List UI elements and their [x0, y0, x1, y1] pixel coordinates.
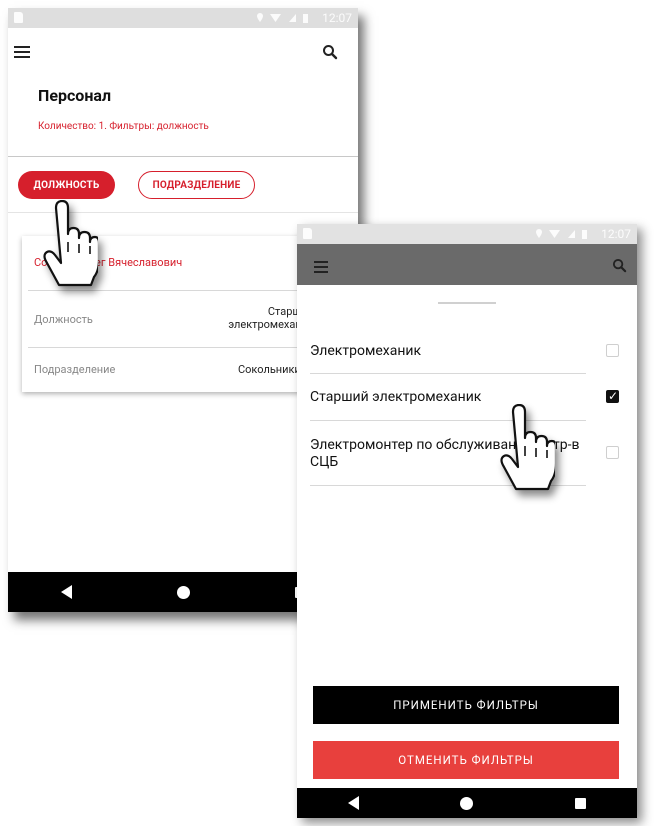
phone-screen-filter: 12:07 Электромеханик Старший электромеха… — [297, 224, 637, 818]
department-value: Сокольники — [238, 363, 301, 376]
sheet-drag-handle[interactable] — [438, 302, 496, 304]
status-bar: 12:07 — [297, 224, 637, 244]
nav-recents-icon[interactable] — [575, 797, 587, 809]
department-label: Подразделение — [34, 363, 116, 376]
hand-pointer-icon — [500, 404, 555, 491]
status-time: 12:07 — [601, 227, 631, 241]
checkbox-senior-electromechanic[interactable] — [606, 390, 619, 403]
nav-home-icon[interactable] — [460, 796, 474, 810]
option-senior-electromechanic[interactable]: Старший электромеханик — [310, 389, 481, 406]
position-label: Должность — [34, 313, 93, 326]
search-icon[interactable] — [612, 258, 627, 273]
option-electromechanic[interactable]: Электромеханик — [310, 343, 421, 360]
header-divider — [8, 156, 358, 157]
system-nav-bar — [297, 788, 637, 818]
status-icons — [536, 229, 588, 239]
checkbox-scb-electrician[interactable] — [606, 446, 619, 459]
status-time: 12:07 — [322, 11, 352, 25]
status-bar: 12:07 — [8, 8, 358, 28]
hand-pointer-icon — [43, 200, 98, 287]
checkbox-electromechanic[interactable] — [606, 344, 619, 357]
page-subtitle: Количество: 1. Фильтры: должность — [38, 121, 209, 132]
filter-department-button[interactable]: ПОДРАЗДЕЛЕНИЕ — [138, 171, 255, 199]
nav-back-icon[interactable] — [347, 796, 359, 810]
sd-card-icon — [303, 228, 312, 239]
menu-icon[interactable] — [314, 261, 328, 273]
nav-back-icon[interactable] — [60, 585, 72, 599]
apply-filters-button[interactable]: ПРИМЕНИТЬ ФИЛЬТРЫ — [313, 686, 619, 724]
status-icons — [257, 13, 309, 23]
search-icon[interactable] — [322, 44, 338, 60]
cancel-filters-button[interactable]: ОТМЕНИТЬ ФИЛЬТРЫ — [313, 741, 619, 779]
option-divider — [310, 373, 586, 374]
menu-icon[interactable] — [14, 46, 30, 58]
sd-card-icon — [14, 12, 23, 23]
page-title: Персонал — [38, 86, 112, 105]
filter-position-button[interactable]: ДОЛЖНОСТЬ — [18, 171, 115, 199]
dimmed-app-bar — [297, 244, 637, 285]
card-divider — [28, 290, 342, 291]
nav-home-icon[interactable] — [176, 585, 190, 599]
card-divider — [28, 347, 342, 348]
